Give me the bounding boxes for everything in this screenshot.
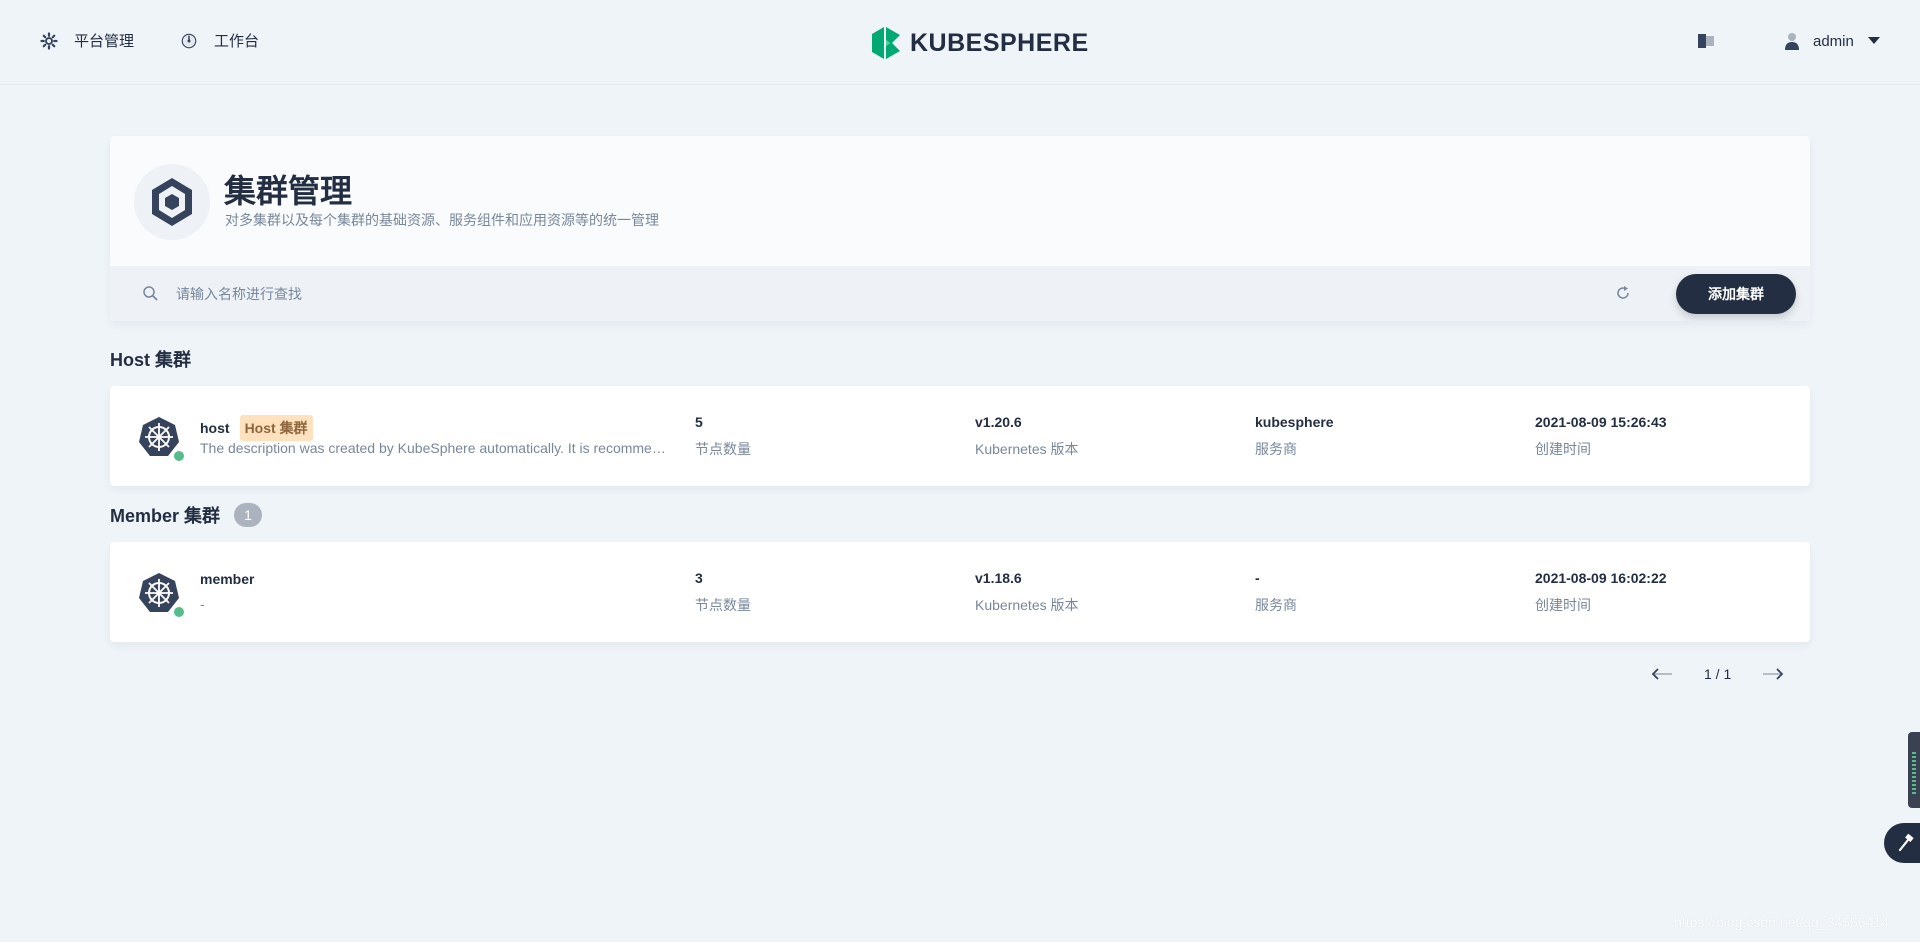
add-cluster-button[interactable]: 添加集群 <box>1676 274 1796 314</box>
user-icon <box>1785 33 1799 50</box>
page-title: 集群管理 <box>224 173 353 209</box>
refresh-icon[interactable] <box>1615 285 1631 301</box>
member-count-badge: 1 <box>234 503 263 527</box>
search-toolbar: 添加集群 <box>110 266 1810 321</box>
watermark-text: https://blog.csdn.net/qq_34556414 <box>1674 914 1889 930</box>
platform-management-nav[interactable]: 平台管理 <box>40 30 134 51</box>
provider-value: kubesphere <box>1255 414 1334 430</box>
cluster-cube-icon <box>152 178 192 226</box>
kubesphere-logo[interactable]: KUBESPHERE <box>870 26 1089 60</box>
node-count-field: 3 节点数量 <box>695 570 751 615</box>
node-count-label: 节点数量 <box>695 597 751 613</box>
page-description: 对多集群以及每个集群的基础资源、服务组件和应用资源等的统一管理 <box>225 212 659 228</box>
provider-label: 服务商 <box>1255 441 1297 457</box>
user-menu[interactable]: admin <box>1785 32 1880 50</box>
status-dot-running <box>172 605 186 619</box>
k8s-version-field: v1.20.6 Kubernetes 版本 <box>975 414 1079 459</box>
cluster-name-row: member <box>200 571 254 587</box>
created-time-field: 2021-08-09 16:02:22 创建时间 <box>1535 570 1667 615</box>
cluster-management-banner: 集群管理 对多集群以及每个集群的基础资源、服务组件和应用资源等的统一管理 添加集… <box>110 136 1810 321</box>
member-section-title: Member 集群 1 <box>110 502 263 528</box>
page-indicator: 1 / 1 <box>1704 666 1732 682</box>
search-icon <box>143 286 158 301</box>
k8s-version-value: v1.20.6 <box>975 414 1022 430</box>
node-count-value: 5 <box>695 414 703 430</box>
created-time-field: 2021-08-09 15:26:43 创建时间 <box>1535 414 1667 459</box>
dashboard-gauge-icon <box>181 33 197 48</box>
floating-monitor-widget[interactable] <box>1908 732 1920 808</box>
cluster-name[interactable]: host <box>200 420 230 436</box>
toolbox-button[interactable] <box>1884 823 1920 863</box>
hammer-icon <box>1898 834 1914 852</box>
workbench-label: 工作台 <box>214 33 260 50</box>
created-time-value: 2021-08-09 16:02:22 <box>1535 570 1667 586</box>
platform-management-label: 平台管理 <box>74 33 135 50</box>
host-section-title: Host 集群 <box>110 346 191 372</box>
workbench-nav[interactable]: 工作台 <box>180 30 259 51</box>
host-section-label: Host 集群 <box>110 350 191 370</box>
node-count-label: 节点数量 <box>695 441 751 457</box>
pagination: 1 / 1 <box>1650 666 1785 682</box>
monitor-bars <box>1912 752 1916 796</box>
status-dot-running <box>172 449 186 463</box>
arrow-right-icon[interactable] <box>1761 667 1785 681</box>
created-time-label: 创建时间 <box>1535 597 1591 613</box>
top-navigation: 平台管理 工作台 KUBESPHERE admin <box>0 0 1920 85</box>
k8s-version-value: v1.18.6 <box>975 570 1022 586</box>
arrow-left-icon[interactable] <box>1650 667 1674 681</box>
created-time-label: 创建时间 <box>1535 441 1591 457</box>
node-count-field: 5 节点数量 <box>695 414 751 459</box>
created-time-value: 2021-08-09 15:26:43 <box>1535 414 1667 430</box>
cluster-description: - <box>200 596 205 612</box>
provider-field: kubesphere 服务商 <box>1255 414 1334 459</box>
chevron-down-icon <box>1867 37 1880 44</box>
banner-avatar <box>134 164 210 240</box>
k8s-version-label: Kubernetes 版本 <box>975 441 1079 457</box>
provider-label: 服务商 <box>1255 597 1297 613</box>
k8s-version-label: Kubernetes 版本 <box>975 597 1079 613</box>
user-name: admin <box>1813 32 1854 50</box>
cluster-name[interactable]: member <box>200 571 254 587</box>
cluster-card-member[interactable]: member - 3 节点数量 v1.18.6 Kubernetes 版本 - … <box>110 542 1810 642</box>
cluster-card-host[interactable]: host Host 集群 The description was created… <box>110 386 1810 486</box>
cluster-name-row: host Host 集群 <box>200 415 313 441</box>
node-count-value: 3 <box>695 570 703 586</box>
k8s-version-field: v1.18.6 Kubernetes 版本 <box>975 570 1079 615</box>
provider-field: - 服务商 <box>1255 570 1297 615</box>
member-section-label: Member 集群 <box>110 506 221 526</box>
gear-icon <box>40 31 58 50</box>
kubesphere-logo-icon <box>872 27 900 59</box>
search-input[interactable] <box>174 276 1178 312</box>
provider-value: - <box>1255 570 1260 586</box>
host-cluster-tag: Host 集群 <box>239 415 313 441</box>
dock-toggle-icon[interactable] <box>1698 34 1714 48</box>
logo-text: KUBESPHERE <box>910 28 1089 57</box>
cluster-description: The description was created by KubeSpher… <box>200 440 670 456</box>
